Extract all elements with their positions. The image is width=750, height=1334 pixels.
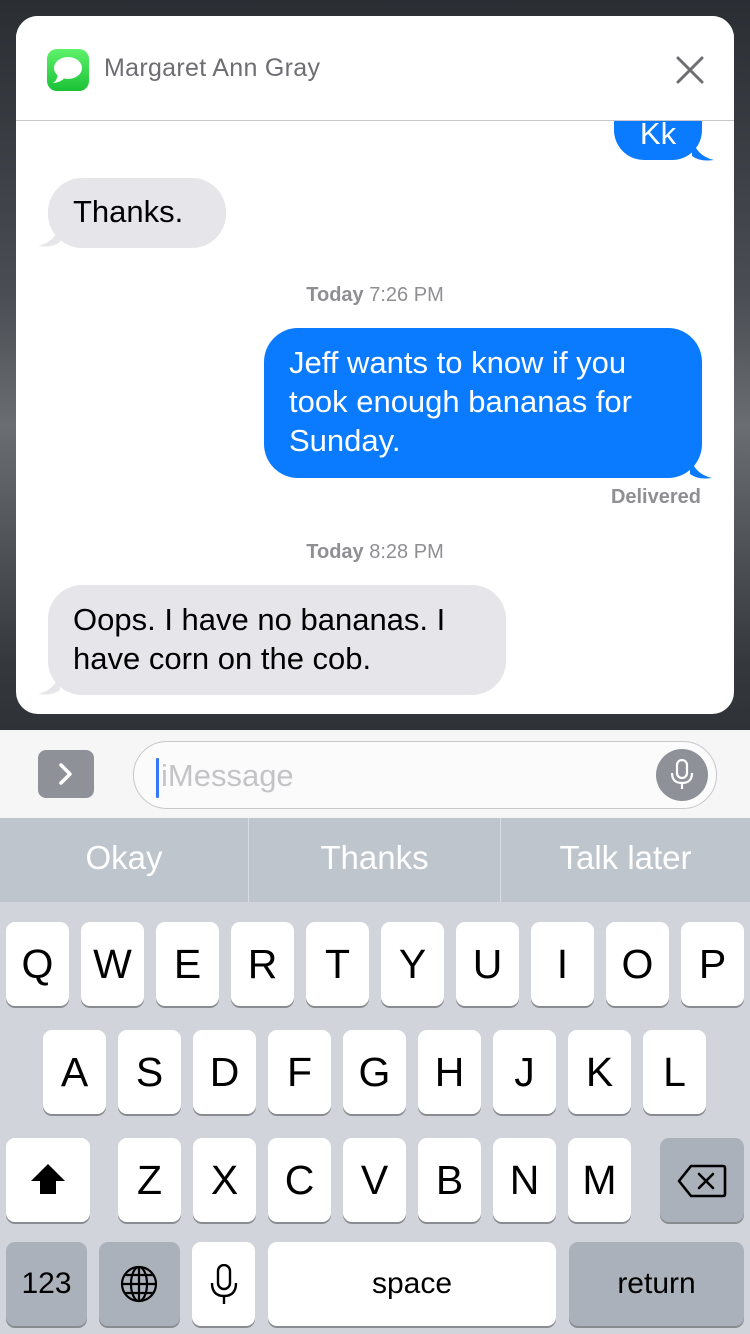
message-text-line: Oops. I have no bananas. I (73, 602, 446, 637)
delivered-status: Delivered (610, 486, 701, 508)
bubble-tail (692, 138, 714, 161)
key-s[interactable]: S (118, 1030, 181, 1114)
timestamp: Today 7:26 PM (16, 284, 734, 307)
key-z[interactable]: Z (118, 1138, 181, 1222)
notification-card: Kk Thanks. Today 7:26 PM Jeff wants to k… (16, 16, 734, 714)
space-key[interactable]: space (268, 1242, 556, 1326)
timestamp-time: 7:26 PM (369, 284, 444, 306)
key-n[interactable]: N (493, 1138, 556, 1222)
keyboard: Okay Thanks Talk later Q W E R T Y U I O… (0, 818, 750, 1334)
message-text: Thanks. (73, 194, 184, 229)
predictive-bar: Okay Thanks Talk later (0, 818, 750, 902)
key-t[interactable]: T (306, 922, 369, 1006)
dictation-key[interactable] (192, 1242, 255, 1326)
input-placeholder: iMessage (161, 758, 294, 793)
message-input-bar: iMessage (0, 730, 750, 818)
key-a[interactable]: A (43, 1030, 106, 1114)
message-text-line: took enough bananas for (289, 384, 632, 419)
suggestion-okay[interactable]: Okay (0, 818, 248, 902)
key-h[interactable]: H (418, 1030, 481, 1114)
key-r[interactable]: R (231, 922, 294, 1006)
shift-icon (31, 1164, 65, 1194)
timestamp-day: Today (306, 541, 364, 563)
key-c[interactable]: C (268, 1138, 331, 1222)
contact-name: Margaret Ann Gray (104, 54, 321, 82)
key-b[interactable]: B (418, 1138, 481, 1222)
key-d[interactable]: D (193, 1030, 256, 1114)
key-g[interactable]: G (343, 1030, 406, 1114)
microphone-icon (210, 1264, 238, 1304)
incoming-message-bubble: Thanks. (48, 178, 226, 248)
key-k[interactable]: K (568, 1030, 631, 1114)
message-text-line: Sunday. (289, 423, 401, 458)
key-e[interactable]: E (156, 922, 219, 1006)
key-x[interactable]: X (193, 1138, 256, 1222)
delete-key[interactable] (660, 1138, 744, 1222)
microphone-icon (670, 759, 694, 789)
key-m[interactable]: M (568, 1138, 631, 1222)
close-button[interactable] (672, 52, 708, 88)
timestamp-time: 8:28 PM (369, 541, 444, 563)
suggestion-talk-later[interactable]: Talk later (501, 818, 750, 902)
key-o[interactable]: O (606, 922, 669, 1006)
key-j[interactable]: J (493, 1030, 556, 1114)
globe-key[interactable] (99, 1242, 180, 1326)
expand-apps-button[interactable] (38, 750, 94, 798)
message-text-line: Jeff wants to know if you (289, 345, 627, 380)
messages-icon (47, 49, 89, 91)
chevron-right-icon (59, 763, 72, 785)
dictation-button[interactable] (656, 749, 708, 801)
key-y[interactable]: Y (381, 922, 444, 1006)
message-text-line: have corn on the cob. (73, 641, 372, 676)
text-caret (156, 758, 159, 798)
key-w[interactable]: W (81, 922, 144, 1006)
key-v[interactable]: V (343, 1138, 406, 1222)
key-i[interactable]: I (531, 922, 594, 1006)
incoming-message-bubble: Oops. I have no bananas. I have corn on … (48, 585, 506, 695)
notification-header: Margaret Ann Gray (16, 16, 734, 121)
bubble-tail (690, 456, 712, 479)
key-l[interactable]: L (643, 1030, 706, 1114)
backspace-icon (677, 1164, 727, 1198)
shift-key[interactable] (6, 1138, 90, 1222)
return-key[interactable]: return (569, 1242, 744, 1326)
key-p[interactable]: P (681, 922, 744, 1006)
timestamp: Today 8:28 PM (16, 541, 734, 564)
message-text: Kk (639, 116, 677, 151)
suggestion-thanks[interactable]: Thanks (249, 818, 500, 902)
key-q[interactable]: Q (6, 922, 69, 1006)
globe-icon (120, 1265, 158, 1303)
outgoing-message-bubble: Jeff wants to know if you took enough ba… (264, 328, 702, 478)
bubble-tail (38, 224, 60, 247)
timestamp-day: Today (306, 284, 364, 306)
imessage-input[interactable]: iMessage (133, 741, 717, 809)
close-icon (676, 56, 704, 84)
bubble-tail (38, 672, 60, 695)
numbers-key[interactable]: 123 (6, 1242, 87, 1326)
key-f[interactable]: F (268, 1030, 331, 1114)
key-u[interactable]: U (456, 922, 519, 1006)
